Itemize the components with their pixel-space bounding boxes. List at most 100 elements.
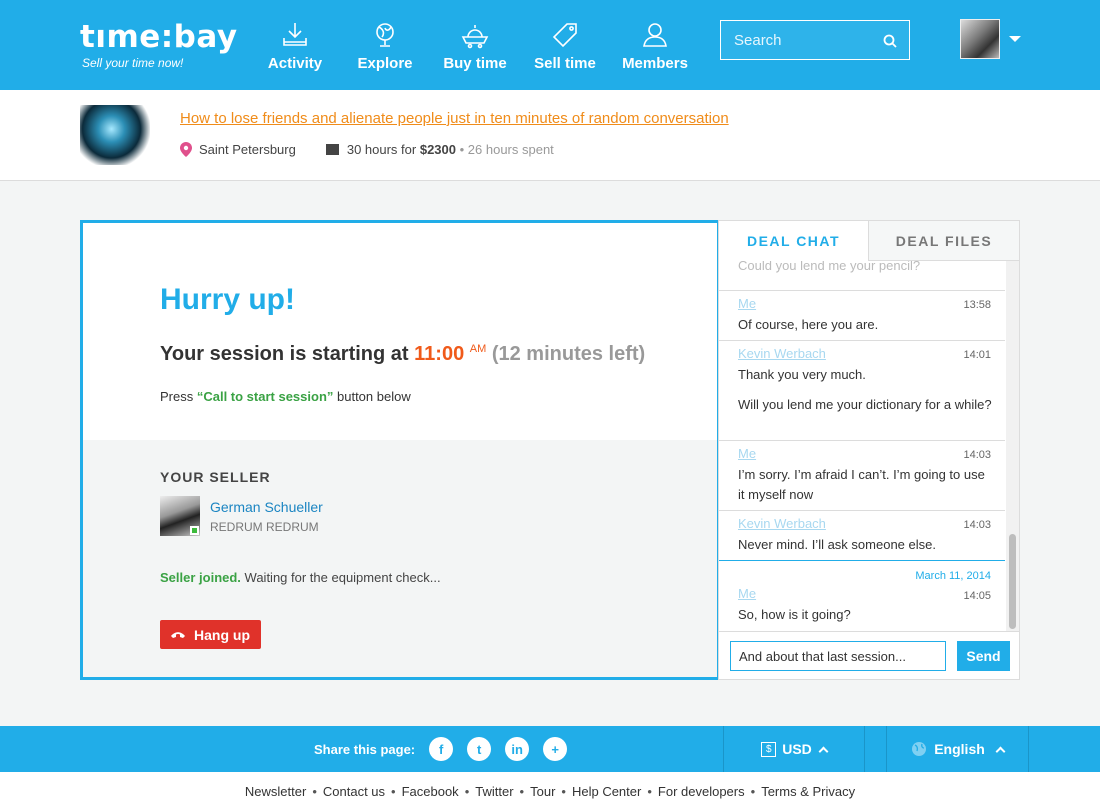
message-date: March 11, 2014 — [915, 570, 991, 582]
message-time: 14:05 — [963, 590, 991, 602]
deal-price: $2300 — [419, 142, 456, 157]
message-author[interactable]: Me — [738, 586, 756, 601]
shopping-cart-icon — [461, 25, 489, 49]
linkedin-icon[interactable]: in — [505, 737, 530, 761]
session-card: Hurry up! Your session is starting at 11… — [80, 220, 720, 680]
twitter-icon[interactable]: t — [467, 737, 492, 761]
chat-tabs: DEAL CHAT DEAL FILES — [719, 221, 1019, 261]
tab-deal-files[interactable]: DEAL FILES — [869, 221, 1019, 261]
press-quote: “Call to start session” — [196, 389, 334, 404]
deal-summary: How to lose friends and alienate people … — [0, 90, 1100, 181]
press-prefix: Press — [160, 389, 197, 404]
footer-link-terms[interactable]: Terms & Privacy — [761, 784, 855, 799]
logo-text: tıme:bay — [80, 19, 238, 55]
footer-link-newsletter[interactable]: Newsletter — [245, 784, 306, 799]
footer-link-tour[interactable]: Tour — [530, 784, 555, 799]
link-separator: • — [464, 783, 470, 799]
press-suffix: button below — [333, 389, 411, 404]
start-time: 11:00 — [414, 343, 465, 365]
online-status-icon — [190, 526, 199, 535]
user-icon — [643, 23, 667, 47]
main-nav: Activity Explore Buy time Sell time Memb… — [250, 0, 700, 90]
user-avatar[interactable] — [960, 19, 1000, 59]
chat-scrollbar[interactable] — [1006, 261, 1019, 631]
archive-box-icon — [325, 144, 339, 155]
nav-buy-time[interactable]: Buy time — [430, 0, 520, 90]
footer-link-contact[interactable]: Contact us — [323, 784, 385, 799]
share-section: Share this page: f t in + — [314, 726, 568, 772]
deal-chat-panel: DEAL CHAT DEAL FILES Could you lend me y… — [718, 220, 1020, 680]
chevron-up-icon — [995, 746, 1006, 756]
footer-link-facebook[interactable]: Facebook — [402, 784, 459, 799]
plus-icon[interactable]: + — [543, 737, 568, 761]
nav-activity[interactable]: Activity — [250, 0, 340, 90]
deal-thumbnail[interactable] — [80, 105, 150, 165]
nav-label: Members — [622, 55, 688, 72]
search-icon[interactable] — [883, 34, 897, 48]
scrollbar-thumb[interactable] — [1009, 534, 1016, 629]
chat-messages: Could you lend me your pencil? Me 13:58 … — [719, 261, 1005, 629]
message-author[interactable]: Kevin Werbach — [738, 346, 826, 361]
deal-location: Saint Petersburg — [199, 142, 296, 157]
dollar-icon: $ — [761, 741, 777, 757]
deal-title-link[interactable]: How to lose friends and alienate people … — [180, 110, 729, 127]
facebook-icon[interactable]: f — [429, 737, 454, 761]
link-separator: • — [561, 783, 566, 799]
language-selector[interactable]: English — [886, 726, 1029, 772]
nav-explore[interactable]: Explore — [340, 0, 430, 90]
link-separator: • — [750, 783, 756, 799]
chat-message: Could you lend me your pencil? — [719, 261, 1005, 291]
hang-up-button[interactable]: Hang up — [160, 620, 261, 649]
deal-package: 30 hours for — [346, 142, 420, 157]
language-label: English — [934, 741, 985, 757]
currency-selector[interactable]: $ USD — [723, 726, 865, 772]
deal-spent: 26 hours spent — [467, 142, 554, 157]
message-time: 14:03 — [963, 519, 991, 531]
tab-deal-chat[interactable]: DEAL CHAT — [719, 221, 869, 261]
chat-message: Me 13:58 Of course, here you are. — [719, 291, 1005, 341]
chevron-up-icon — [818, 746, 829, 756]
nav-members[interactable]: Members — [610, 0, 700, 90]
price-tag-icon — [552, 23, 577, 48]
logo[interactable]: tıme:bay Sell your time now! — [80, 18, 238, 70]
message-time: 14:03 — [963, 449, 991, 461]
footer-links: Newsletter • Contact us • Facebook • Twitte… — [0, 772, 1100, 810]
phone-hangup-icon — [171, 631, 185, 638]
chat-message: Kevin Werbach 14:03 Never mind. I’ll ask… — [719, 511, 1005, 561]
send-button[interactable]: Send — [957, 641, 1010, 671]
status-joined: Seller joined. — [160, 570, 241, 585]
seller-avatar[interactable] — [160, 496, 200, 536]
message-author[interactable]: Me — [738, 296, 756, 311]
nav-label: Explore — [357, 55, 413, 72]
footer-link-twitter[interactable]: Twitter — [475, 784, 513, 799]
chevron-down-icon[interactable] — [1009, 36, 1021, 42]
link-separator: • — [391, 783, 396, 799]
hang-up-label: Hang up — [194, 626, 250, 643]
message-text: I’m sorry. I’m afraid I can’t. I’m going… — [738, 467, 985, 502]
footer-link-help[interactable]: Help Center — [572, 784, 641, 799]
session-info: Hurry up! Your session is starting at 11… — [83, 223, 717, 440]
location-pin-icon — [180, 142, 192, 157]
share-label: Share this page: — [314, 741, 416, 757]
currency-label: USD — [782, 741, 812, 757]
footer-link-developers[interactable]: For developers — [658, 784, 745, 799]
seller-name-link[interactable]: German Schueller — [210, 499, 323, 515]
search-input[interactable] — [721, 21, 881, 59]
deal-separator: • — [456, 142, 468, 157]
session-headline: Hurry up! — [160, 283, 295, 316]
chat-message-input[interactable] — [730, 641, 946, 671]
top-header: tıme:bay Sell your time now! Activity Ex… — [0, 0, 1100, 90]
starting-prefix: Your session is starting at — [160, 343, 415, 365]
message-author[interactable]: Me — [738, 446, 756, 461]
chat-message: Kevin Werbach 14:01 Thank you very much.… — [719, 341, 1005, 441]
nav-label: Activity — [267, 55, 323, 72]
nav-sell-time[interactable]: Sell time — [520, 0, 610, 90]
deal-meta: Saint Petersburg 30 hours for $2300 • 26… — [180, 142, 554, 157]
status-rest: Waiting for the equipment check... — [240, 570, 441, 585]
nav-label: Buy time — [443, 55, 507, 72]
message-author[interactable]: Kevin Werbach — [738, 516, 826, 531]
globe-icon — [912, 742, 927, 756]
session-start-line: Your session is starting at 11:00 AM (12… — [160, 343, 645, 366]
seller-heading: YOUR SELLER — [160, 469, 271, 485]
start-ampm: AM — [469, 343, 487, 355]
